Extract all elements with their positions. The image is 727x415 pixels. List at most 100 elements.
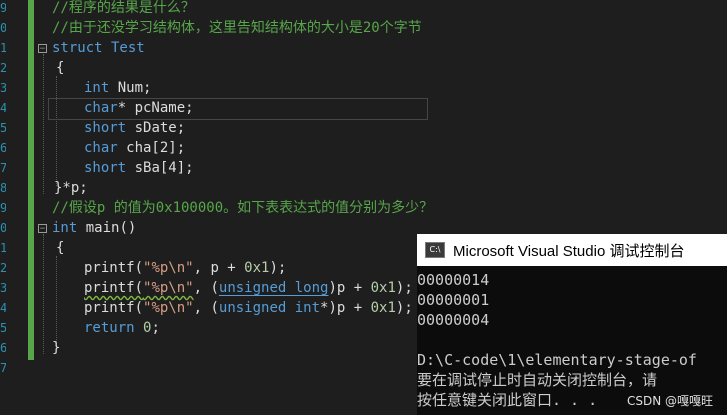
punct: ); — [395, 300, 413, 316]
code-line[interactable]: printf("%p\n", p + 0x1); — [84, 258, 286, 278]
code-line[interactable]: } — [52, 338, 60, 358]
expr: *)p + — [320, 300, 371, 316]
punct: ); — [269, 260, 287, 276]
line-number: 3 — [0, 81, 6, 95]
function-name: main() — [77, 220, 137, 236]
code-line[interactable]: { — [56, 58, 64, 78]
brace: { — [56, 240, 65, 256]
brace: { — [56, 60, 65, 76]
line-number: 4 — [0, 101, 6, 115]
line-number: 7 — [0, 361, 6, 375]
fold-guide — [43, 54, 44, 194]
number: 0 — [134, 320, 152, 336]
code-line[interactable]: { — [56, 238, 64, 258]
line-number: 5 — [0, 121, 6, 135]
call: printf( — [84, 280, 144, 296]
code-line[interactable]: char* pcName; — [84, 98, 194, 118]
number: 0x1 — [370, 300, 396, 316]
code-line[interactable]: short sDate; — [84, 118, 185, 138]
string: "%p\n" — [143, 260, 194, 276]
keyword: unsigned int — [218, 300, 321, 316]
code-line[interactable]: //程序的结果是什么？ — [52, 0, 195, 18]
keyword: unsigned long — [218, 280, 329, 296]
string: "%p\n" — [143, 300, 194, 316]
number: 0x1 — [244, 260, 270, 276]
collapse-main-toggle[interactable]: − — [38, 224, 47, 234]
member: sDate; — [126, 120, 186, 136]
console-app-icon: C:\ — [425, 242, 445, 258]
code-line[interactable]: printf("%p\n", (unsigned long)p + 0x1); — [84, 278, 413, 298]
code-line[interactable]: struct Test — [52, 38, 145, 58]
member: Num; — [109, 80, 152, 96]
code-line[interactable]: printf("%p\n", (unsigned int*)p + 0x1); — [84, 298, 413, 318]
expr: , ( — [193, 300, 219, 316]
console-title-bar[interactable]: C:\ Microsoft Visual Studio 调试控制台 — [417, 234, 727, 266]
comment: //由于还没学习结构体，这里告知结构体的大小是20个字节 — [52, 20, 422, 36]
keyword: short — [84, 120, 127, 136]
line-number: 1 — [0, 41, 6, 55]
watermark: CSDN @嘎嘎旺 — [626, 394, 713, 408]
code-line[interactable]: int main() — [52, 218, 136, 238]
line-number: 0 — [0, 21, 6, 35]
comment: //假设p 的值为0x100000。如下表表达式的值分别为多少？ — [52, 200, 434, 216]
line-number: 2 — [0, 61, 6, 75]
line-number: 0 — [0, 221, 6, 235]
line-number: 3 — [0, 281, 6, 295]
collapse-struct-toggle[interactable]: − — [38, 44, 47, 54]
comment: //程序的结果是什么？ — [52, 0, 195, 16]
code-line[interactable]: char cha[2]; — [84, 138, 185, 158]
call: printf( — [84, 300, 144, 316]
fold-guide — [43, 234, 44, 354]
keyword: return — [84, 320, 135, 336]
brace: } — [52, 340, 61, 356]
punct: ; — [151, 320, 160, 336]
console-output: 00000014 00000001 00000004 D:\C-code\1\e… — [417, 266, 727, 410]
line-number-gutter: 9 0 1 2 3 4 5 6 7 8 9 0 1 2 3 4 5 6 7 — [0, 0, 24, 415]
code-line[interactable]: //由于还没学习结构体，这里告知结构体的大小是20个字节 — [52, 18, 422, 38]
console-line: D:\C-code\1\elementary-stage-of — [417, 351, 697, 369]
indent-guide — [56, 76, 57, 186]
code-line[interactable]: }*p; — [54, 178, 88, 198]
string: "%p\n" — [143, 280, 194, 296]
keyword: struct — [52, 40, 103, 56]
code-line[interactable]: int Num; — [84, 78, 151, 98]
call: printf( — [84, 260, 144, 276]
member: * pcName; — [117, 100, 194, 116]
punct: ); — [395, 280, 413, 296]
line-number: 8 — [0, 181, 6, 195]
keyword: short — [84, 160, 127, 176]
line-number: 4 — [0, 301, 6, 315]
line-number: 9 — [0, 1, 6, 15]
console-line: 要在调试停止时自动关闭控制台，请 — [417, 371, 658, 389]
line-number: 1 — [0, 241, 6, 255]
member: cha[2]; — [117, 140, 186, 156]
code-line[interactable]: short sBa[4]; — [84, 158, 194, 178]
struct-name: Test — [102, 40, 145, 56]
console-line: 00000014 — [417, 271, 490, 289]
expr: , ( — [193, 280, 219, 296]
keyword: int — [52, 220, 78, 236]
change-tracking-bar — [28, 0, 34, 360]
line-number: 5 — [0, 321, 6, 335]
console-line: 00000001 — [417, 291, 490, 309]
code-line[interactable]: //假设p 的值为0x100000。如下表表达式的值分别为多少？ — [52, 198, 433, 218]
number: 0x1 — [370, 280, 396, 296]
line-number: 2 — [0, 261, 6, 275]
expr: , p + — [193, 260, 245, 276]
line-number: 6 — [0, 141, 6, 155]
debug-console-window[interactable]: C:\ Microsoft Visual Studio 调试控制台 000000… — [417, 234, 727, 415]
console-title: Microsoft Visual Studio 调试控制台 — [453, 242, 685, 260]
console-line: 00000004 — [417, 311, 490, 329]
keyword: int — [84, 80, 110, 96]
indent-guide — [56, 256, 57, 346]
keyword: char — [84, 100, 118, 116]
member: sBa[4]; — [126, 160, 194, 176]
line-number: 9 — [0, 201, 6, 215]
keyword: char — [84, 140, 118, 156]
line-number: 6 — [0, 341, 6, 355]
code-line[interactable]: return 0; — [84, 318, 160, 338]
struct-close: }*p; — [54, 180, 88, 196]
expr: )p + — [328, 280, 371, 296]
line-number: 7 — [0, 161, 6, 175]
